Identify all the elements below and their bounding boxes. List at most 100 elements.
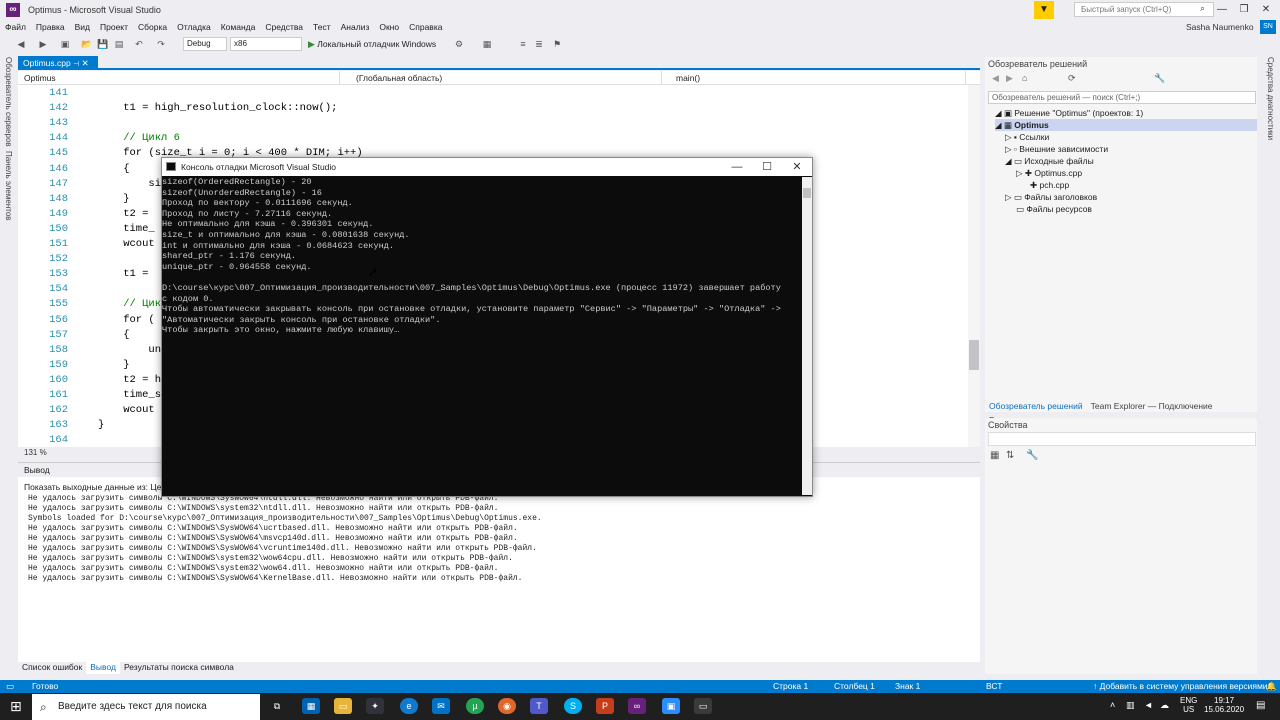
teams-icon[interactable]: T xyxy=(530,698,548,714)
input-language[interactable]: ENG US xyxy=(1180,696,1197,714)
tab-output[interactable]: Вывод xyxy=(86,660,120,674)
start-debugging-button[interactable]: ▶ Локальный отладчик Windows xyxy=(308,37,436,51)
categorized-icon[interactable]: ▦ xyxy=(990,450,999,461)
windows-start-icon[interactable]: ⊞ xyxy=(10,698,22,715)
skype-icon[interactable]: S xyxy=(564,698,582,714)
menu-tools[interactable]: Средства xyxy=(260,20,308,35)
back-icon[interactable]: ◀ xyxy=(14,37,28,51)
tree-project[interactable]: ◢ ▦ Optimus xyxy=(995,119,1257,131)
diagnostics-tab[interactable]: Средства диагностики xyxy=(1266,57,1275,140)
property-pages-icon[interactable]: 🔧 xyxy=(1026,450,1038,461)
menu-team[interactable]: Команда xyxy=(216,20,261,35)
undo-icon[interactable]: ↶ xyxy=(132,37,146,51)
search-icon[interactable]: ⌕ xyxy=(1200,3,1205,14)
properties-object-selector[interactable] xyxy=(988,432,1256,446)
home-icon[interactable]: ⌂ xyxy=(1022,73,1027,83)
editor-scrollbar[interactable] xyxy=(968,85,980,447)
store-icon[interactable]: ▦ xyxy=(302,698,320,714)
save-all-icon[interactable]: ▤ xyxy=(112,37,126,51)
menu-build[interactable]: Сборка xyxy=(133,20,172,35)
open-file-icon[interactable]: 📂 xyxy=(80,37,94,51)
notifications-icon[interactable]: 🔔 xyxy=(1266,680,1277,693)
scope-nav-dropdown[interactable]: (Глобальная область) xyxy=(352,71,662,85)
code-line[interactable]: t1 = high_resolution_clock::now(); xyxy=(98,102,337,114)
code-line[interactable]: time_s xyxy=(98,389,161,401)
tree-resource-files[interactable]: ▭ Файлы ресурсов xyxy=(1016,203,1092,215)
code-line[interactable]: t2 = xyxy=(98,208,155,220)
solution-search-input[interactable]: Обозреватель решений — поиск (Ctrl+;) xyxy=(988,91,1256,104)
minimize-button[interactable]: — xyxy=(1212,2,1232,18)
console-close-button[interactable]: ✕ xyxy=(782,158,812,176)
taskbar-search-input[interactable]: Введите здесь текст для поиска xyxy=(32,694,260,720)
console-icon[interactable]: ▭ xyxy=(694,698,712,714)
tree-file-pch-cpp[interactable]: ✚ pch.cpp xyxy=(1030,179,1069,191)
mail-icon[interactable]: ✉ xyxy=(432,698,450,714)
powerpoint-icon[interactable]: P xyxy=(596,698,614,714)
taskbar-clock[interactable]: 19:17 15.06.2020 xyxy=(1204,696,1244,714)
tab-find-symbol-results[interactable]: Результаты поиска символа xyxy=(120,660,238,674)
tab-team-explorer[interactable]: Team Explorer — Подключение xyxy=(1087,399,1217,413)
editor-scrollbar-thumb[interactable] xyxy=(969,340,979,370)
code-line[interactable]: // Цикл 6 xyxy=(98,132,180,144)
outdent-icon[interactable]: ≣ xyxy=(532,37,546,51)
code-line[interactable]: for ( xyxy=(98,314,155,326)
menu-window[interactable]: Окно xyxy=(374,20,404,35)
member-nav-dropdown[interactable]: main() xyxy=(672,71,966,85)
new-project-icon[interactable]: ▣ xyxy=(58,37,72,51)
sync-icon[interactable]: ⟳ xyxy=(1068,73,1076,84)
code-line[interactable]: t1 = xyxy=(98,268,155,280)
hot-reload-icon[interactable]: ⚙ xyxy=(452,37,466,51)
menu-debug[interactable]: Отладка xyxy=(172,20,216,35)
visual-studio-icon[interactable]: ∞ xyxy=(628,698,646,714)
tree-header-files[interactable]: ▷ ▭ Файлы заголовков xyxy=(1005,191,1097,203)
output-source-selector[interactable]: Показать выходные данные из: Цен xyxy=(24,482,166,492)
toolbar-icon[interactable]: ▦ xyxy=(480,37,494,51)
code-line[interactable]: } xyxy=(98,193,129,205)
user-name[interactable]: Sasha Naumenko xyxy=(1186,22,1254,32)
code-line[interactable]: { xyxy=(98,163,129,175)
console-scrollbar[interactable] xyxy=(802,177,812,495)
firefox-icon[interactable]: ◉ xyxy=(498,698,516,714)
feedback-filter-icon[interactable]: ▼ xyxy=(1034,1,1054,19)
code-line[interactable]: time_ xyxy=(98,223,155,235)
code-line[interactable]: t2 = h xyxy=(98,374,161,386)
add-to-source-control[interactable]: ↑ Добавить в систему управления версиями… xyxy=(1093,680,1274,693)
edge-icon[interactable]: e xyxy=(400,698,418,714)
code-line[interactable]: wcout xyxy=(98,404,155,416)
network-icon[interactable]: ▥ xyxy=(1126,700,1135,711)
bookmark-icon[interactable]: ⚑ xyxy=(550,37,564,51)
app-icon[interactable]: ✦ xyxy=(366,698,384,714)
tree-source-files[interactable]: ◢ ▭ Исходные файлы xyxy=(1005,155,1094,167)
configuration-select[interactable]: Debug xyxy=(183,37,227,51)
forward-icon[interactable]: ▶ xyxy=(36,37,50,51)
platform-select[interactable]: x86 xyxy=(230,37,302,51)
utorrent-icon[interactable]: µ xyxy=(466,698,484,714)
tree-references[interactable]: ▷ ▪ Ссылки xyxy=(1005,131,1049,143)
close-button[interactable]: ✕ xyxy=(1256,2,1276,18)
menu-view[interactable]: Вид xyxy=(70,20,95,35)
properties-wrench-icon[interactable]: 🔧 xyxy=(1154,73,1165,84)
back-icon[interactable]: ◀ xyxy=(992,73,999,84)
volume-icon[interactable]: ◄ xyxy=(1144,700,1153,710)
alphabetical-icon[interactable]: ⇅ xyxy=(1006,450,1014,461)
action-center-icon[interactable]: ▤ xyxy=(1256,700,1265,711)
avatar[interactable]: SN xyxy=(1260,20,1276,34)
redo-icon[interactable]: ↷ xyxy=(154,37,168,51)
indent-icon[interactable]: ≡ xyxy=(516,37,530,51)
tree-external-deps[interactable]: ▷ ▫ Внешние зависимости xyxy=(1005,143,1108,155)
file-explorer-icon[interactable]: ▭ xyxy=(334,698,352,714)
tray-overflow-icon[interactable]: ˄ xyxy=(1110,700,1115,710)
onedrive-icon[interactable]: ☁ xyxy=(1160,700,1169,711)
close-tab-icon[interactable]: ✕ xyxy=(82,58,89,68)
console-minimize-button[interactable]: — xyxy=(722,158,752,176)
code-line[interactable]: // Цик xyxy=(98,298,161,310)
code-line[interactable]: si xyxy=(98,178,161,190)
menu-edit[interactable]: Правка xyxy=(31,20,70,35)
project-nav-dropdown[interactable]: Optimus xyxy=(20,71,340,85)
tree-solution[interactable]: ◢ ▣ Решение "Optimus" (проектов: 1) xyxy=(995,107,1143,119)
menu-project[interactable]: Проект xyxy=(95,20,133,35)
tab-error-list[interactable]: Список ошибок xyxy=(18,660,86,674)
toolbox-tab[interactable]: Панель элементов xyxy=(4,151,13,221)
code-line[interactable]: } xyxy=(98,359,129,371)
tab-optimus-cpp[interactable]: Optimus.cpp ⊣ ✕ xyxy=(18,56,98,70)
